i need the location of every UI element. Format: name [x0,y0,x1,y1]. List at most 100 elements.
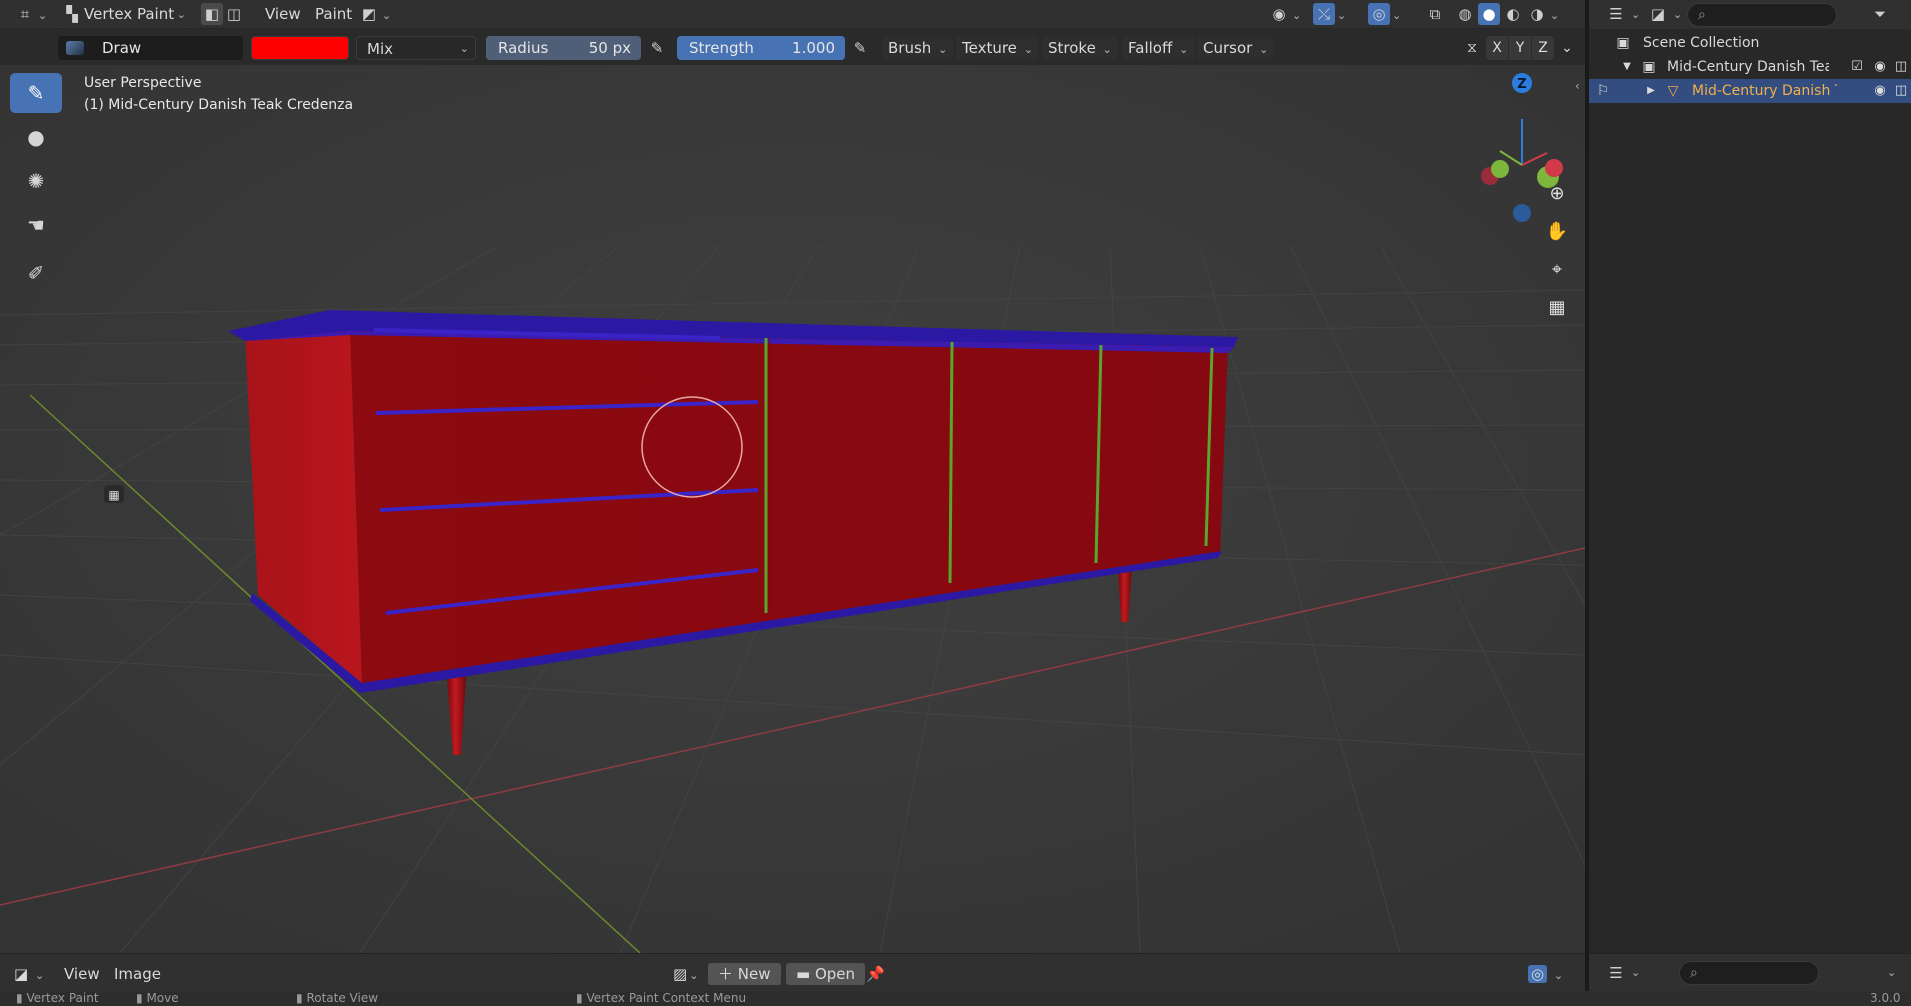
properties-search-input[interactable]: ⌕ [1679,961,1819,985]
folder-icon: ▬ [796,965,811,983]
strength-pressure-button[interactable]: ✎ [849,36,871,60]
mask-mode-button[interactable]: ◩ ⌄ [358,3,391,26]
tool-shelf: ✎ ● ✺ ☚ ✐ [10,73,62,297]
brush-color-swatch[interactable] [251,36,349,60]
gizmo-icon: ⤯ [1313,3,1335,25]
annotate-tool[interactable]: ✐ [10,253,62,293]
chevron-down-icon[interactable]: ⌄ [1556,36,1578,60]
render-camera-icon[interactable]: ◫ [1891,55,1911,79]
zoom-button[interactable]: ⊕ [1540,178,1574,210]
properties-editor-icon[interactable]: ☰ [1605,962,1627,984]
outliner-row-collection[interactable]: ▼ ▣ Mid-Century Danish Teak C ☑ ◉ ◫ [1589,55,1911,79]
gizmo-toggle[interactable]: ⤯ ⌄ [1313,3,1346,26]
plus-icon: ＋ [718,965,734,983]
sidebar-toggle-icon[interactable]: ‹ [1575,79,1580,93]
face-mask-icon: ◩ [361,5,377,23]
strength-slider[interactable]: Strength 1.000 [677,36,845,60]
render-camera-icon[interactable]: ◫ [1891,79,1911,103]
image-editor-type-button[interactable]: ◪ ⌄ [14,963,44,985]
outliner-search-input[interactable]: ⌕ [1687,3,1837,27]
brush-menu[interactable]: Brush ⌄ [882,36,954,60]
exclude-checkbox-icon[interactable]: ☑ [1847,55,1867,79]
view-name-label: User Perspective [84,75,202,91]
gizmo-x[interactable] [1545,159,1563,177]
average-tool[interactable]: ✺ [10,161,62,201]
mirror-z-button[interactable]: Z [1532,36,1554,60]
blend-mode-select[interactable]: Mix ⌄ [356,36,476,60]
camera-view-button[interactable]: ⌖ [1540,254,1574,286]
image-menu-image[interactable]: Image [114,963,161,985]
filter-icon[interactable]: ⏷ [1869,3,1891,25]
pin-button[interactable]: 📌 [866,963,885,985]
wireframe-shading-icon: ◍ [1458,5,1472,23]
image-editor-icon: ◪ [14,965,29,983]
chevron-down-icon[interactable]: ⌄ [1631,8,1640,21]
outliner-row-object[interactable]: ⚐ ▶ ▽ Mid-Century Danish Te ◉ ◫ [1589,79,1911,103]
menu-paint[interactable]: Paint [315,3,352,26]
visibility-button[interactable]: ◉ ⌄ [1268,3,1301,26]
menu-view[interactable]: View [265,3,301,26]
brush-thumbnail-icon [66,41,84,55]
chevron-down-icon: ⌄ [1550,9,1560,22]
collection-icon: ▣ [1616,35,1630,51]
search-icon: ⌕ [1698,7,1706,23]
shading-wireframe[interactable]: ◍ [1454,3,1476,26]
image-browse-button[interactable]: ▨ ⌄ [673,963,698,985]
eye-icon[interactable]: ◉ [1870,79,1890,103]
chevron-down-icon[interactable]: ⌄ [1673,8,1682,21]
mask-toggle-group[interactable]: ◧ ◫ [201,3,245,26]
vertex-mask-icon[interactable]: ◫ [223,3,245,25]
symmetry-icon: ⧖ [1467,40,1477,56]
ortho-toggle-button[interactable]: ▦ [1540,292,1574,324]
camera-icon: ⌖ [1551,259,1563,280]
cursor-menu[interactable]: Cursor ⌄ [1197,36,1275,60]
mirror-y-button[interactable]: Y [1509,36,1531,60]
editor-type-button[interactable]: ⌗ ⌄ [14,3,47,26]
texture-menu[interactable]: Texture ⌄ [956,36,1039,60]
face-mask-icon[interactable]: ◧ [201,3,223,25]
mouse-icon: ▮ [136,991,143,1005]
radius-pressure-button[interactable]: ✎ [646,36,668,60]
outliner-row-scene-collection[interactable]: ▣ Scene Collection [1589,31,1911,55]
hand-icon: ✋ [1545,221,1569,242]
chevron-down-icon: ⌄ [1259,43,1269,56]
status-item-context-menu: ▮ Vertex Paint Context Menu [576,991,747,1005]
draw-tool[interactable]: ✎ [10,73,62,113]
new-image-button[interactable]: ＋ New [708,963,781,985]
eye-icon[interactable]: ◉ [1870,55,1890,79]
display-mode-icon[interactable]: ◪ [1647,3,1669,25]
outliner-editor-icon[interactable]: ☰ [1605,3,1627,25]
shading-solid[interactable]: ● [1478,3,1500,26]
xray-toggle[interactable]: ⧉ [1424,3,1446,26]
chevron-down-icon: ⌄ [1023,43,1033,56]
radius-slider[interactable]: Radius 50 px [486,36,641,60]
gizmo-neg-z[interactable] [1513,204,1531,222]
brush-selector[interactable]: Draw [58,36,243,60]
blur-tool[interactable]: ● [10,117,62,157]
pin-icon: 📌 [866,965,885,983]
shading-material[interactable]: ◐ [1502,3,1524,26]
stroke-menu[interactable]: Stroke ⌄ [1042,36,1118,60]
falloff-menu[interactable]: Falloff ⌄ [1122,36,1195,60]
material-shading-icon: ◐ [1506,5,1520,23]
mirror-x-button[interactable]: X [1486,36,1508,60]
smear-tool[interactable]: ☚ [10,205,62,245]
image-overlay-toggle[interactable]: ◎ ⌄ [1528,963,1563,985]
chevron-down-icon[interactable]: ▼ [1617,55,1637,79]
search-icon: ⌕ [1690,965,1698,981]
pan-button[interactable]: ✋ [1540,216,1574,248]
chevron-right-icon[interactable]: ▶ [1641,79,1661,103]
average-icon: ✺ [27,169,45,193]
chevron-down-icon[interactable]: ⌄ [1631,966,1640,979]
chevron-down-icon[interactable]: ⌄ [1887,966,1896,979]
gizmo-neg-y[interactable] [1491,160,1509,178]
shading-rendered[interactable]: ◑ ⌄ [1526,3,1559,26]
scene-canvas[interactable]: Z ▦ [0,65,1585,953]
mode-select[interactable]: ▚ Vertex Paint ⌄ [60,3,194,26]
image-menu-view[interactable]: View [64,963,100,985]
status-item-move: ▮ Move [136,991,179,1005]
open-image-button[interactable]: ▬ Open [786,963,866,985]
overlay-toggle[interactable]: ◎ ⌄ [1368,3,1401,26]
3d-viewport[interactable]: Z ▦ User Perspective (1) Mid-Century Dan… [0,65,1585,953]
svg-text:Z: Z [1517,77,1526,92]
